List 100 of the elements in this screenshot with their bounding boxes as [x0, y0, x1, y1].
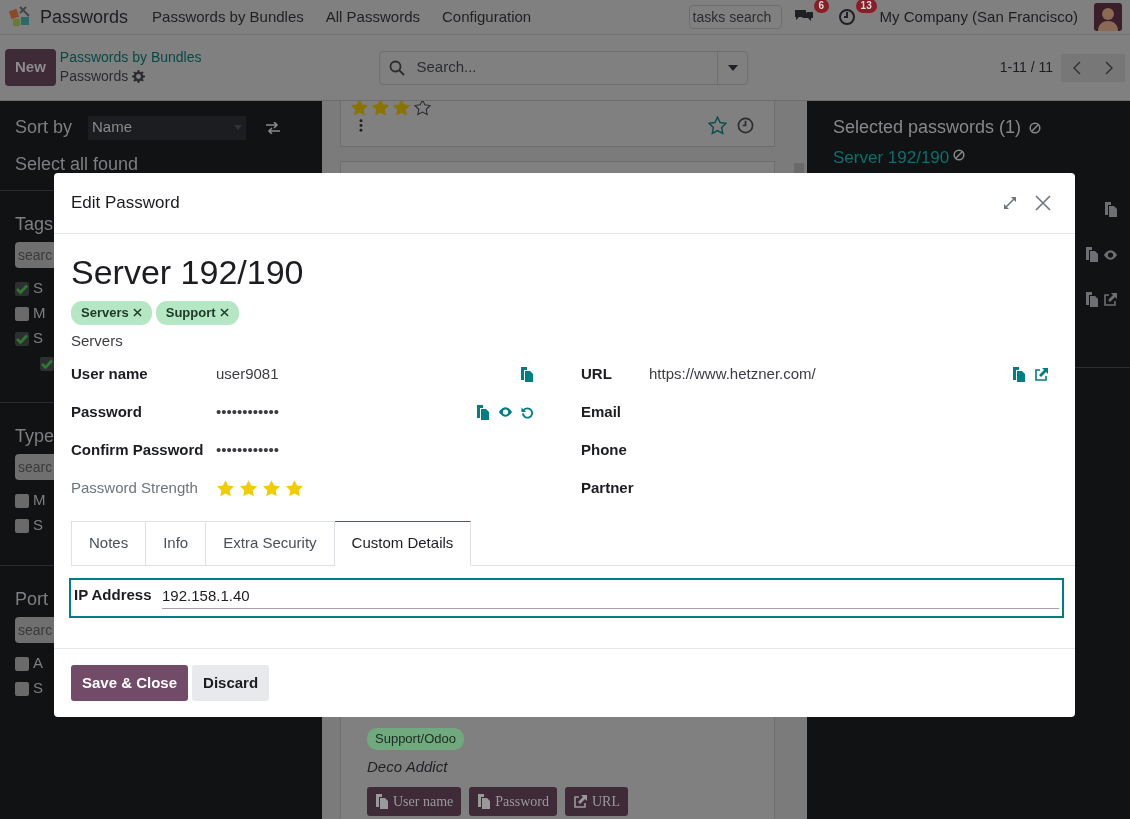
section-title: Port [15, 588, 49, 611]
select-value: Name [92, 117, 133, 138]
pager-value: 1-11 / 11 [999, 58, 1053, 77]
partner-name: Deco Addict [367, 757, 449, 777]
checkbox[interactable] [15, 681, 29, 696]
search-icon [389, 59, 406, 76]
field-label: URL [581, 363, 613, 384]
filter-label[interactable]: S [33, 327, 43, 350]
app-title[interactable]: Passwords [40, 3, 129, 31]
action-button[interactable]: URL [564, 786, 628, 816]
external-link-icon[interactable] [572, 793, 588, 809]
search-bar[interactable]: Search... [379, 50, 749, 85]
breadcrumb-link[interactable]: Passwords by Bundles [59, 48, 202, 66]
filter-label[interactable]: M [33, 302, 46, 325]
bundle-name: Servers [71, 330, 124, 351]
discard-button[interactable]: Discard [192, 664, 270, 702]
section-title: Type [15, 425, 54, 448]
input-field[interactable]: IP Address 192.158.1.40 [69, 577, 1064, 618]
section-title: Tags [15, 213, 54, 236]
copy-icon[interactable] [476, 404, 490, 420]
menu-item[interactable]: Configuration [442, 5, 532, 29]
star-icon[interactable] [239, 478, 258, 498]
previous-button[interactable] [1061, 53, 1093, 82]
field-value: user9081 [216, 363, 279, 384]
external-link-icon[interactable] [1034, 366, 1049, 382]
filter-label[interactable]: S [33, 677, 43, 700]
copy-icon[interactable] [1085, 292, 1099, 307]
clock-icon[interactable] [737, 117, 754, 134]
clear-icon[interactable] [1029, 121, 1042, 134]
tab[interactable]: Extra Security [206, 521, 335, 565]
save-button[interactable]: Save & Close [71, 664, 189, 702]
sort-label: Sort by [15, 116, 73, 139]
copy-icon[interactable] [477, 793, 492, 809]
swap-icon[interactable] [266, 121, 281, 134]
filter-label[interactable]: A [33, 652, 43, 675]
star-icon[interactable] [216, 478, 235, 498]
filter-label[interactable]: S [33, 277, 43, 300]
checkbox[interactable] [15, 656, 29, 671]
field-label: User name [71, 363, 149, 384]
company-name[interactable]: My Company (San Francisco) [879, 5, 1078, 29]
star-icon[interactable] [262, 478, 281, 498]
eye-icon[interactable] [498, 406, 513, 418]
remove-icon[interactable] [219, 308, 229, 318]
copy-icon[interactable] [520, 366, 534, 382]
filter-label[interactable]: S [33, 514, 43, 537]
avatar[interactable] [1094, 3, 1122, 31]
menu-item[interactable]: All Passwords [325, 5, 420, 29]
checkbox[interactable] [15, 518, 29, 533]
expand-icon[interactable] [1003, 196, 1017, 210]
tab[interactable]: Info [146, 521, 207, 565]
copy-icon[interactable] [1012, 366, 1026, 382]
next-button[interactable] [1093, 53, 1125, 82]
search-field[interactable]: Search... [414, 55, 718, 80]
eye-icon[interactable] [1103, 248, 1118, 261]
record-name: Server 192/190 [71, 252, 305, 292]
search-field[interactable]: tasks search [688, 5, 782, 29]
menu-item[interactable]: Passwords by Bundles [152, 5, 304, 29]
field-label: Email [581, 401, 623, 422]
chevron-right-icon [1105, 61, 1113, 76]
close-icon[interactable] [1035, 195, 1051, 211]
dialog-title: Edit Password [71, 192, 180, 215]
checkbox[interactable] [15, 331, 29, 346]
external-link-icon[interactable] [1103, 292, 1118, 307]
star-icon [372, 101, 389, 116]
settings-icon[interactable] [132, 70, 146, 83]
record-link[interactable]: Server 192/190 [833, 149, 950, 167]
tab[interactable]: Notes [71, 521, 147, 565]
filter-label[interactable]: M [33, 489, 46, 512]
copy-icon[interactable] [375, 793, 389, 809]
star-icon[interactable] [285, 478, 304, 498]
remove-icon[interactable] [132, 308, 142, 318]
clock-icon[interactable] [837, 8, 856, 26]
checkbox[interactable] [15, 493, 29, 508]
field-value: •••••••••••• [216, 401, 280, 422]
checkbox[interactable] [15, 306, 29, 321]
clear-icon[interactable] [953, 149, 966, 161]
action-button[interactable]: Password [469, 786, 557, 816]
app-logo-icon[interactable] [8, 5, 32, 29]
action-button[interactable]: User name [367, 786, 462, 816]
count-badge: 13 [855, 0, 877, 13]
tag: Support/Odoo [367, 728, 464, 750]
new-button[interactable]: New [5, 49, 56, 86]
copy-icon[interactable] [1104, 202, 1118, 217]
field-label: Partner [581, 477, 635, 498]
caret-icon [728, 64, 738, 71]
copy-icon[interactable] [1085, 247, 1099, 262]
check-mark-icon [16, 333, 28, 344]
star-outline-icon[interactable] [708, 116, 727, 135]
checkbox[interactable] [15, 281, 29, 296]
checkbox[interactable] [40, 356, 54, 371]
tab[interactable]: Custom Details [334, 521, 472, 566]
field-value: •••••••••••• [216, 439, 280, 460]
refresh-icon[interactable] [521, 405, 534, 419]
sort-select[interactable]: Name [88, 115, 247, 140]
kebab-menu-icon[interactable] [359, 119, 363, 132]
check-mark-icon [41, 358, 53, 369]
page-title: Passwords [59, 67, 129, 86]
field-label: Phone [581, 439, 628, 460]
field-label: Confirm Password [71, 439, 205, 460]
field-label: Password [71, 401, 143, 422]
